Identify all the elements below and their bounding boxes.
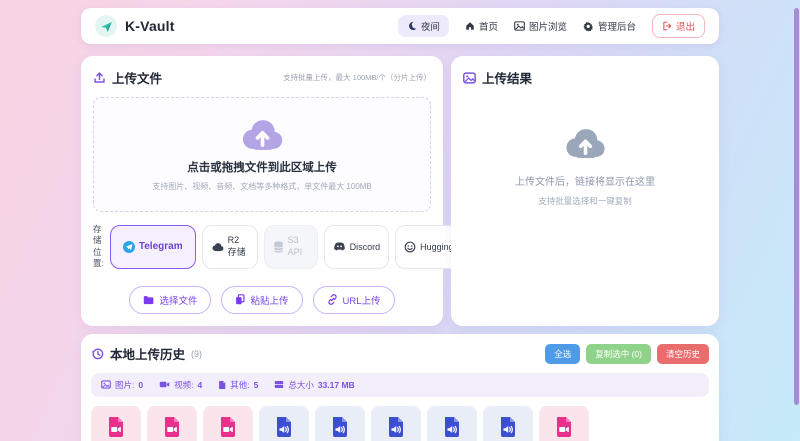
video-file-icon xyxy=(552,415,576,439)
paste-upload-button[interactable]: 粘贴上传 xyxy=(221,285,303,314)
app-logo xyxy=(95,15,117,37)
file-card[interactable]: MP3 xyxy=(371,405,421,441)
copy-selected-button[interactable]: 复制选中 (0) xyxy=(586,343,651,364)
stat-videos: 视频: 4 xyxy=(159,379,202,391)
clear-history-button[interactable]: 清空历史 xyxy=(656,343,709,364)
upload-panel: 上传文件 支持批量上传，最大 100MB/个（分片上传） 点击或拖拽文件到此区域… xyxy=(81,56,483,326)
storage-option-s3: S3 API xyxy=(263,224,318,269)
logout-button[interactable]: 退出 xyxy=(651,14,705,38)
page-scrollbar[interactable] xyxy=(794,8,799,405)
history-stats-bar: 图片: 0 视频: 4 其他: 5 总大小 33.17 MB xyxy=(91,372,709,397)
upload-actions-row: 选择文件 粘贴上传 URL上传 xyxy=(93,285,431,314)
storage-row: 存储位置: Telegram R2 存储 S3 API Discord Hugg… xyxy=(93,224,483,270)
results-panel: 上传结果 上传文件后，链接将显示在这里 支持批量选择和一键复制 xyxy=(451,56,719,326)
nav-gallery[interactable]: 图片浏览 xyxy=(514,19,567,33)
history-panel: 本地上传历史 (9) 全选 复制选中 (0) 清空历史 图片: 0 视频: 4 其他… xyxy=(81,333,719,441)
results-empty-main: 上传文件后，链接将显示在这里 xyxy=(515,177,655,188)
app-title: K-Vault xyxy=(125,18,175,34)
audio-file-icon xyxy=(440,415,464,439)
storage-option-telegram[interactable]: Telegram xyxy=(109,224,196,269)
video-file-icon xyxy=(160,415,184,439)
file-card-list: MP4MP4MP4MP3MP3MP3MP3MP3MP4 xyxy=(91,405,709,441)
stat-file-icon xyxy=(218,380,226,390)
history-actions: 全选 复制选中 (0) 清空历史 xyxy=(545,343,709,364)
gear-icon xyxy=(583,21,594,32)
dropzone-main-text: 点击或拖拽文件到此区域上传 xyxy=(187,161,337,174)
database-icon xyxy=(273,241,284,253)
storage-option-r2[interactable]: R2 存储 xyxy=(201,224,258,269)
storage-option-discord[interactable]: Discord xyxy=(323,224,390,269)
storage-label: 存储位置: xyxy=(93,224,104,269)
huggingface-icon xyxy=(404,241,416,253)
logout-icon xyxy=(662,21,672,31)
nav-home[interactable]: 首页 xyxy=(465,19,498,33)
cloud-icon xyxy=(211,242,224,252)
theme-toggle-button[interactable]: 夜间 xyxy=(397,15,449,37)
page-container: K-Vault 夜间 首页 图片浏览 管理后台 退出 上传文件 支持批量上传，最… xyxy=(81,8,719,441)
audio-file-icon xyxy=(328,415,352,439)
file-card[interactable]: MP3 xyxy=(259,405,309,441)
file-card[interactable]: MP4 xyxy=(91,405,141,441)
history-title: 本地上传历史 xyxy=(110,348,186,363)
link-icon xyxy=(327,294,338,306)
file-card[interactable]: MP4 xyxy=(147,405,197,441)
folder-icon xyxy=(143,295,154,305)
video-file-icon xyxy=(216,415,240,439)
top-nav: 夜间 首页 图片浏览 管理后台 退出 xyxy=(397,14,705,38)
file-card[interactable]: MP4 xyxy=(203,405,253,441)
results-panel-head: 上传结果 xyxy=(463,68,707,87)
stat-storage-icon xyxy=(274,380,284,389)
paper-plane-icon xyxy=(100,21,112,32)
app-header: K-Vault 夜间 首页 图片浏览 管理后台 退出 xyxy=(81,8,719,44)
url-upload-button[interactable]: URL上传 xyxy=(312,285,395,314)
history-count: (9) xyxy=(191,348,203,359)
stat-images: 图片: 0 xyxy=(101,379,143,391)
paste-icon xyxy=(235,294,246,305)
discord-icon xyxy=(333,242,346,252)
stat-image-icon xyxy=(101,380,111,389)
file-card[interactable]: MP4 xyxy=(539,405,589,441)
select-file-button[interactable]: 选择文件 xyxy=(129,285,212,314)
nav-admin[interactable]: 管理后台 xyxy=(583,19,636,33)
stat-others: 其他: 5 xyxy=(218,379,258,391)
stat-total-size: 总大小 33.17 MB xyxy=(274,379,355,391)
upload-hint: 支持批量上传，最大 100MB/个（分片上传） xyxy=(283,73,431,82)
select-all-button[interactable]: 全选 xyxy=(545,343,581,364)
telegram-icon xyxy=(122,240,135,253)
file-card[interactable]: MP3 xyxy=(315,405,365,441)
home-icon xyxy=(465,21,475,31)
results-empty-sub: 支持批量选择和一键复制 xyxy=(538,196,632,206)
video-file-icon xyxy=(104,415,128,439)
history-head: 本地上传历史 (9) 全选 复制选中 (0) 清空历史 xyxy=(91,343,709,364)
history-clock-icon xyxy=(91,347,104,360)
file-card[interactable]: MP3 xyxy=(483,405,533,441)
image-icon xyxy=(514,21,525,31)
results-panel-title: 上传结果 xyxy=(482,72,533,86)
moon-icon xyxy=(407,21,417,31)
upload-panel-title: 上传文件 xyxy=(112,72,163,86)
result-image-icon xyxy=(463,71,476,84)
upload-panel-head: 上传文件 支持批量上传，最大 100MB/个（分片上传） xyxy=(93,68,431,87)
file-card[interactable]: MP3 xyxy=(427,405,477,441)
file-dropzone[interactable]: 点击或拖拽文件到此区域上传 支持图片、视频、音频、文档等多种格式，单文件最大 1… xyxy=(93,97,431,212)
dropzone-sub-text: 支持图片、视频、音频、文档等多种格式，单文件最大 100MB xyxy=(152,181,372,191)
audio-file-icon xyxy=(496,415,520,439)
empty-cloud-icon xyxy=(562,127,608,160)
upload-tray-icon xyxy=(93,71,106,84)
audio-file-icon xyxy=(384,415,408,439)
main-row: 上传文件 支持批量上传，最大 100MB/个（分片上传） 点击或拖拽文件到此区域… xyxy=(81,56,719,326)
results-empty-state: 上传文件后，链接将显示在这里 支持批量选择和一键复制 xyxy=(463,127,707,207)
upload-cloud-icon xyxy=(238,118,286,152)
stat-video-icon xyxy=(159,380,170,389)
audio-file-icon xyxy=(272,415,296,439)
